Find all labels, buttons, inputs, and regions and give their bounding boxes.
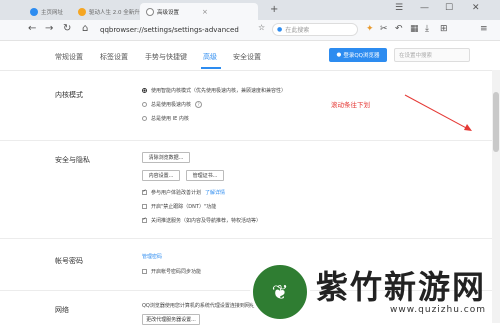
tab-bar: 主页网址 驱动人生 2.0 全新升级 高级设置 × + ☰ — ☐ ✕ xyxy=(0,0,500,20)
tab-label: 高级设置 xyxy=(157,9,180,16)
settings-search-input[interactable]: 在设置中搜索 xyxy=(394,48,470,62)
tab-gestures[interactable]: 手势与快捷键 xyxy=(145,52,187,62)
url-field[interactable]: qqbrowser://settings/settings-advanced xyxy=(100,23,250,36)
search-placeholder: 在此搜索 xyxy=(285,27,310,34)
tab-label: 主页网址 xyxy=(41,9,64,16)
tab-favicon-icon xyxy=(78,7,86,16)
menu-icon[interactable]: ☰ xyxy=(395,3,403,13)
checkbox-icon xyxy=(142,269,147,274)
annotation-arrow-icon xyxy=(404,94,472,131)
check-label: 开启帐号密码同步功能 xyxy=(151,269,202,275)
download-icon[interactable]: ⤓ xyxy=(425,24,429,34)
tab-advanced[interactable]: 高级 xyxy=(203,52,217,62)
bamboo-logo-icon: ❦ xyxy=(250,261,310,322)
content-settings-button[interactable]: 内容设置... xyxy=(142,170,180,181)
proxy-settings-button[interactable]: 更改代理服务器设置... xyxy=(142,314,200,325)
option-label: 总是使用极速内核 xyxy=(151,102,192,108)
forward-icon[interactable]: → xyxy=(45,23,53,34)
tab-close-icon[interactable]: × xyxy=(202,8,208,16)
tab-tabs[interactable]: 标签设置 xyxy=(100,52,128,62)
radio-icon xyxy=(142,102,147,107)
check-label: 开启"禁止跟踪（DNT）"功能 xyxy=(151,204,217,210)
kernel-section-title: 内核模式 xyxy=(55,91,83,99)
learn-more-link[interactable]: 了解详情 xyxy=(205,189,225,196)
watermark-title: 紫竹新游网 xyxy=(316,267,487,306)
home-icon[interactable]: ⌂ xyxy=(82,23,88,34)
checkbox-icon xyxy=(142,204,147,209)
checkbox-checked-icon: ✓ xyxy=(142,217,147,223)
close-window-button[interactable]: ✕ xyxy=(472,3,480,13)
dnt-checkbox-row[interactable]: 开启"禁止跟踪（DNT）"功能 xyxy=(142,203,216,210)
account-section-title: 帐号密码 xyxy=(55,257,83,265)
tab-home[interactable]: 主页网址 xyxy=(30,3,63,20)
password-sync-checkbox-row[interactable]: 开启帐号密码同步功能 xyxy=(142,268,201,275)
kernel-option-smart[interactable]: 使用智能内核模式（优先使用极速内核，兼顾速度和兼容性） xyxy=(142,87,286,94)
option-label: 总是使用 IE 内核 xyxy=(151,116,189,122)
check-label: 参与用户体验改善计划 xyxy=(151,190,202,196)
radio-checked-icon xyxy=(142,88,147,93)
network-section-title: 网络 xyxy=(55,306,69,314)
network-description: QQ浏览器使用您计算机的系统代理设置连接到网络。 xyxy=(142,303,260,309)
minimize-button[interactable]: — xyxy=(420,3,429,13)
manage-passwords-link[interactable]: 管理密码 xyxy=(142,253,162,260)
tab-general[interactable]: 常规设置 xyxy=(55,52,83,62)
kernel-option-ie[interactable]: 总是使用 IE 内核 xyxy=(142,115,189,122)
active-tab-indicator xyxy=(201,67,221,69)
ux-plan-checkbox-row[interactable]: ✓ 参与用户体验改善计划 了解详情 xyxy=(142,189,225,196)
help-icon[interactable]: ? xyxy=(195,101,203,108)
manage-certificates-button[interactable]: 管理证书... xyxy=(186,170,224,181)
checkbox-checked-icon: ✓ xyxy=(142,189,147,195)
radio-icon xyxy=(142,116,147,121)
settings-favicon-icon xyxy=(146,7,154,16)
tab-advanced-settings[interactable]: 高级设置 × xyxy=(140,3,258,20)
url-text: qqbrowser://settings/settings-advanced xyxy=(100,25,239,34)
qq-icon: ● xyxy=(336,52,342,58)
address-search-input[interactable]: ● 在此搜索 xyxy=(272,23,358,36)
tab-favicon-icon xyxy=(30,7,38,16)
login-label: 登录QQ浏览器 xyxy=(343,53,380,59)
game-icon[interactable]: ✦ xyxy=(366,24,374,34)
option-label: 使用智能内核模式（优先使用极速内核，兼顾速度和兼容性） xyxy=(151,88,287,94)
section-divider xyxy=(0,238,492,239)
annotation-text: 滚动条往下划 xyxy=(331,101,370,109)
grid-icon[interactable]: ⊞ xyxy=(440,24,448,34)
watermark-url: www.quzizhu.com xyxy=(390,304,487,315)
security-section-title: 安全与隐私 xyxy=(55,156,90,164)
login-qq-button[interactable]: ● 登录QQ浏览器 xyxy=(329,48,387,62)
scrollbar-thumb[interactable] xyxy=(493,92,499,152)
watermark-text: 紫竹新游网 www.quzizhu.com xyxy=(316,269,486,315)
address-bar: ← → ↻ ⌂ qqbrowser://settings/settings-ad… xyxy=(0,20,500,41)
tab-label: 驱动人生 2.0 全新升级 xyxy=(89,9,146,16)
cut-icon[interactable]: ✂ xyxy=(380,24,388,34)
refresh-icon[interactable]: ↻ xyxy=(63,23,71,34)
extensions-icon[interactable]: ▦ xyxy=(410,24,419,34)
main-menu-icon[interactable]: ≡ xyxy=(480,24,488,34)
settings-search-placeholder: 在设置中搜索 xyxy=(399,53,433,59)
check-label: 关闭推送服务（如内容及导航推荐，特权活动等） xyxy=(151,218,262,224)
section-divider xyxy=(0,140,492,141)
maximize-button[interactable]: ☐ xyxy=(445,3,453,13)
back-icon[interactable]: ← xyxy=(28,23,36,34)
undo-icon[interactable]: ↶ xyxy=(395,24,403,34)
kernel-option-blink[interactable]: 总是使用极速内核 ? xyxy=(142,101,203,108)
tab-security[interactable]: 安全设置 xyxy=(233,52,261,62)
clear-data-button[interactable]: 清除浏览数据... xyxy=(142,152,190,163)
watermark: ❦ 紫竹新游网 www.quzizhu.com xyxy=(250,260,500,323)
push-checkbox-row[interactable]: ✓ 关闭推送服务（如内容及导航推荐，特权活动等） xyxy=(142,217,261,224)
new-tab-button[interactable]: + xyxy=(270,4,278,15)
tab-driver[interactable]: 驱动人生 2.0 全新升级 xyxy=(78,3,145,20)
bookmark-star-icon[interactable]: ☆ xyxy=(258,23,265,32)
search-engine-icon: ● xyxy=(277,26,283,33)
